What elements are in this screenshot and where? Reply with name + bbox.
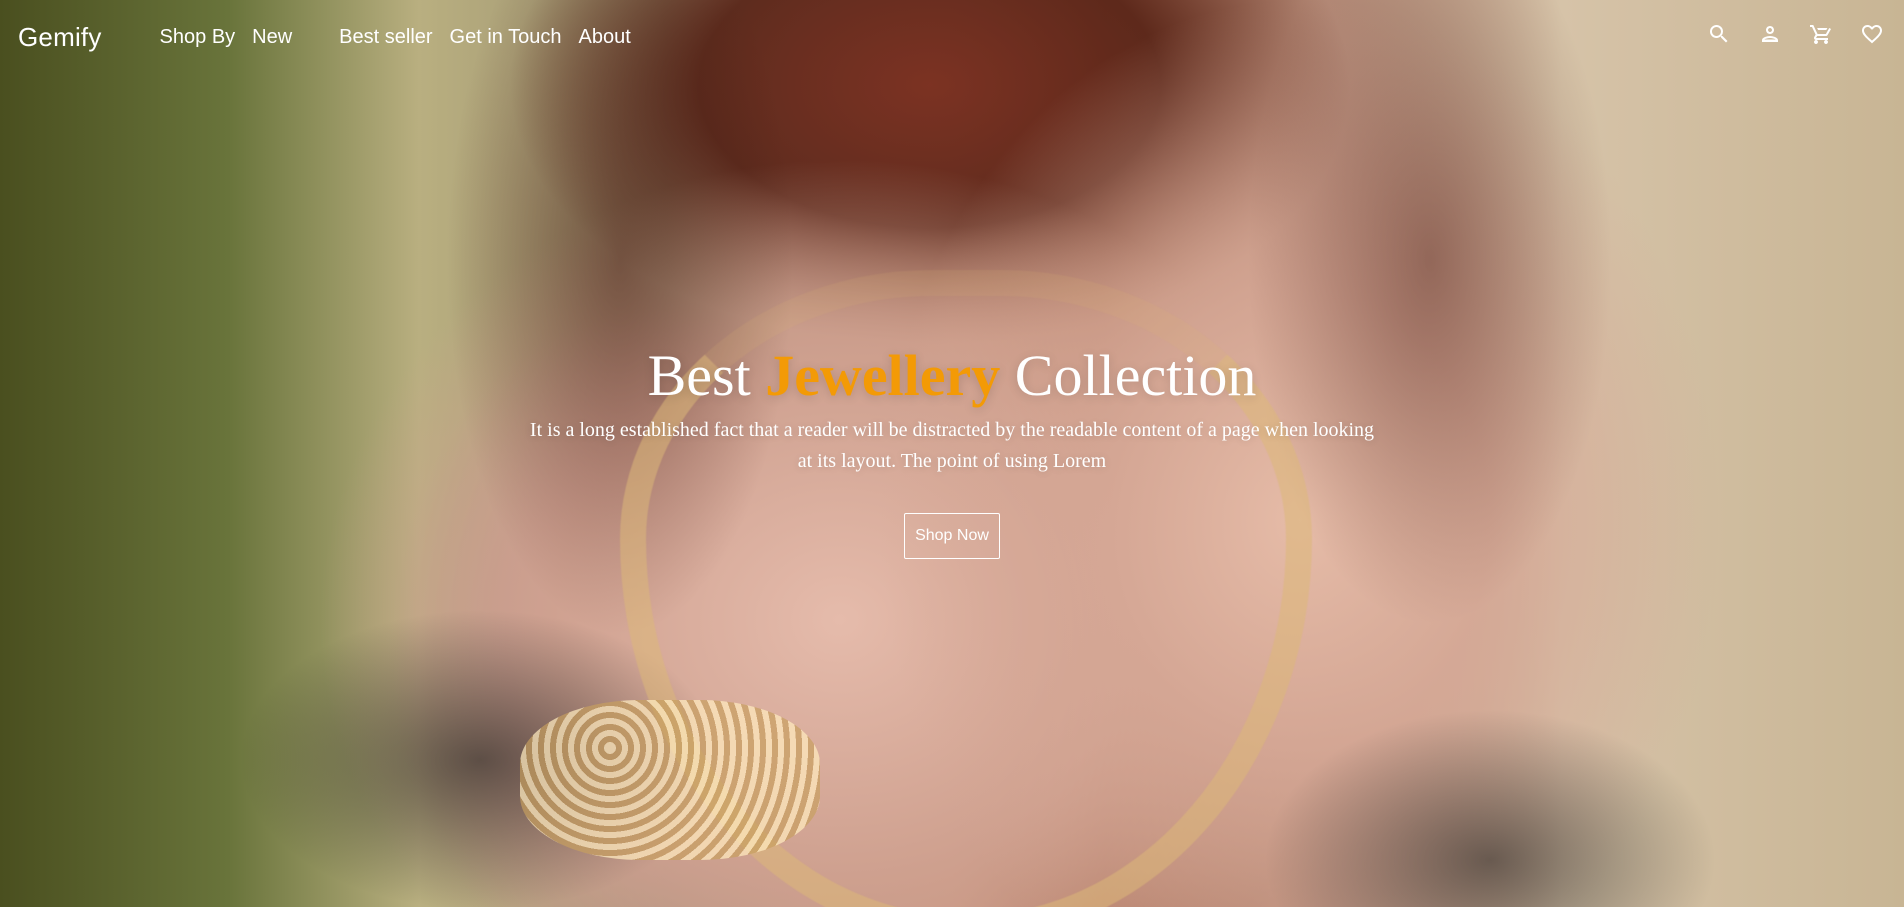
nav-left: Gemify Shop By New Best seller Get in To… <box>18 22 631 53</box>
top-navigation: Gemify Shop By New Best seller Get in To… <box>0 0 1904 74</box>
main-nav: Shop By New Best seller Get in Touch Abo… <box>160 27 631 47</box>
nav-about[interactable]: About <box>578 27 630 47</box>
heart-icon[interactable] <box>1857 20 1886 49</box>
user-icon[interactable] <box>1755 20 1784 49</box>
shop-now-button[interactable]: Shop Now <box>904 512 1000 559</box>
nav-shop-by[interactable]: Shop By <box>160 27 236 47</box>
hero-title-part-1: Best <box>647 343 751 408</box>
hero-title: Best Jewellery Collection <box>0 343 1904 408</box>
nav-actions <box>1704 20 1886 49</box>
nav-best-seller[interactable]: Best seller <box>339 27 432 47</box>
hero-description: It is a long established fact that a rea… <box>529 418 1375 472</box>
brand-logo[interactable]: Gemify <box>18 22 102 53</box>
nav-get-in-touch[interactable]: Get in Touch <box>450 27 562 47</box>
hero-content: Best Jewellery Collection It is a long e… <box>0 343 1904 559</box>
hero-banner: Gemify Shop By New Best seller Get in To… <box>0 0 1904 907</box>
bracelet-background-shape <box>520 700 820 860</box>
search-icon[interactable] <box>1704 20 1733 49</box>
hero-title-part-2: Collection <box>1014 343 1257 408</box>
nav-new[interactable]: New <box>252 27 292 47</box>
hero-title-accent: Jewellery <box>765 343 1001 408</box>
cart-icon[interactable] <box>1806 20 1835 49</box>
